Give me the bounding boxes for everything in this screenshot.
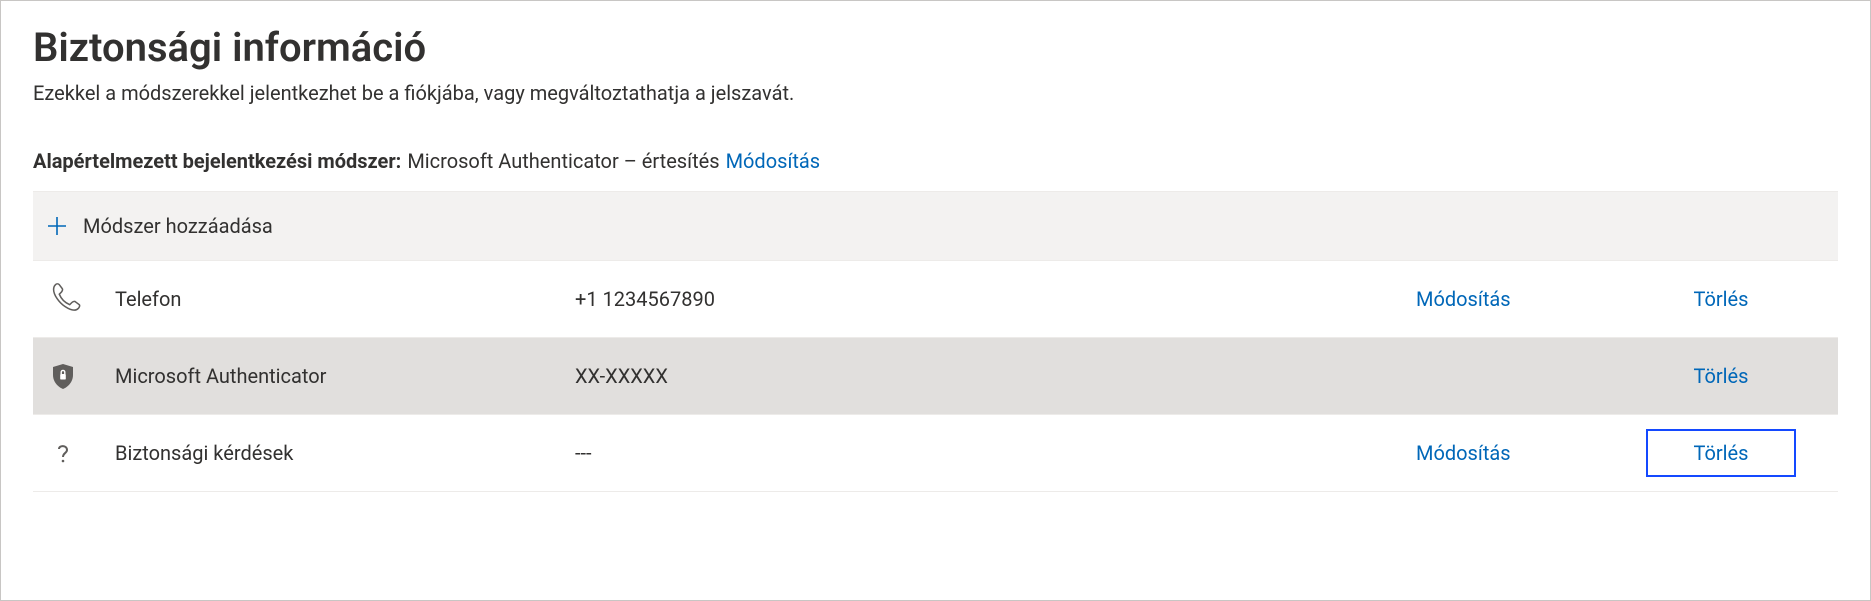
method-delete-cell: Törlés [1616, 277, 1826, 321]
method-delete-link[interactable]: Törlés [1648, 277, 1795, 321]
default-method-label: Alapértelmezett bejelentkezési módszer: [33, 149, 401, 173]
method-row: Microsoft AuthenticatorXX-XXXXX Törlés [33, 338, 1838, 415]
method-change-link[interactable]: Módosítás [1416, 441, 1616, 465]
method-value: --- [575, 441, 1416, 465]
method-change-link[interactable]: Módosítás [1416, 287, 1616, 311]
security-info-page: Biztonsági információ Ezekkel a módszere… [0, 0, 1871, 601]
question-icon [49, 439, 77, 467]
method-value: XX-XXXXX [575, 364, 1416, 388]
method-row: Telefon+1 1234567890Módosítás Törlés [33, 261, 1838, 338]
phone-icon [49, 281, 85, 317]
add-method-button[interactable]: Módszer hozzáadása [33, 191, 1838, 261]
method-icon-cell [45, 281, 115, 317]
page-title: Biztonsági információ [33, 23, 1838, 73]
default-method-value: Microsoft Authenticator – értesítés [407, 149, 719, 173]
method-name: Telefon [115, 287, 575, 311]
default-method-line: Alapértelmezett bejelentkezési módszer: … [33, 149, 1838, 173]
method-name: Microsoft Authenticator [115, 364, 575, 388]
method-delete-cell: Törlés [1616, 429, 1826, 477]
default-method-change-link[interactable]: Módosítás [726, 149, 821, 173]
plus-icon [45, 214, 69, 238]
add-method-label: Módszer hozzáadása [83, 214, 273, 238]
page-subtitle: Ezekkel a módszerekkel jelentkezhet be a… [33, 81, 1838, 105]
method-delete-link[interactable]: Törlés [1648, 354, 1795, 398]
method-name: Biztonsági kérdések [115, 441, 575, 465]
method-icon-cell [45, 362, 115, 390]
authenticator-icon [49, 362, 77, 390]
method-icon-cell [45, 439, 115, 467]
method-delete-link[interactable]: Törlés [1646, 429, 1797, 477]
method-row: Biztonsági kérdések---Módosítás Törlés [33, 415, 1838, 492]
method-list: Telefon+1 1234567890MódosításTörlés Micr… [33, 261, 1838, 492]
method-delete-cell: Törlés [1616, 354, 1826, 398]
method-value: +1 1234567890 [575, 287, 1416, 311]
